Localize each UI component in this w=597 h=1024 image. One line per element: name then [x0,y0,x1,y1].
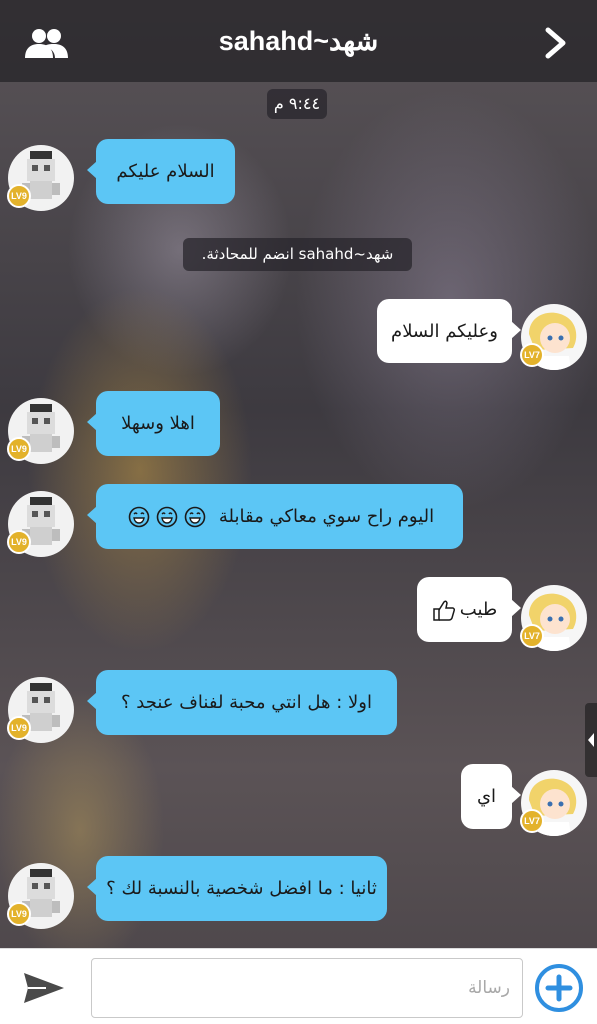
message-bubble[interactable]: اولا : هل انتي محبة لفناف عنجد ؟ [87,670,397,735]
chat-header: sahahd~شهد [0,0,597,82]
system-notice: شهد~sahahd انضم للمحادثة. [183,238,412,271]
message-text: اليوم راح سوي معاكي مقابلة [218,506,435,527]
level-badge: LV9 [7,437,31,461]
message-input[interactable] [91,958,523,1018]
level-badge: LV9 [7,902,31,926]
users-icon[interactable] [22,26,70,60]
avatar[interactable]: LV9 [7,677,74,743]
avatar[interactable]: LV7 [520,304,587,370]
message-bubble[interactable]: اهلا وسهلا [87,391,220,456]
message-bubble[interactable]: اليوم راح سوي معاكي مقابلة [87,484,463,549]
level-badge: LV7 [520,343,544,367]
avatar[interactable]: LV9 [7,398,74,464]
chevron-right-icon[interactable] [543,26,569,60]
message-composer [0,948,597,1024]
level-badge: LV7 [520,624,544,648]
timestamp-pill: ٩:٤٤ م [267,89,327,119]
avatar[interactable]: LV7 [520,585,587,651]
side-drawer-handle[interactable] [585,703,597,777]
thumbs-up-icon [433,599,455,621]
level-badge: LV9 [7,530,31,554]
avatar[interactable]: LV7 [520,770,587,836]
avatar[interactable]: LV9 [7,863,74,929]
chevron-left-icon [588,733,594,747]
message-text: طيب [459,599,498,620]
message-bubble[interactable]: السلام عليكم [87,139,235,204]
grinning-face-icon [128,506,150,527]
message-bubble[interactable]: اي [461,764,521,829]
level-badge: LV9 [7,716,31,740]
chat-title: sahahd~شهد [218,25,379,56]
avatar[interactable]: LV9 [7,145,74,211]
level-badge: LV9 [7,184,31,208]
grinning-face-icon [156,506,178,527]
level-badge: LV7 [520,809,544,833]
plus-circle-icon[interactable] [534,963,584,1013]
message-bubble[interactable]: طيب [417,577,521,642]
grinning-face-icon [184,506,206,527]
message-bubble[interactable]: وعليكم السلام [377,299,521,363]
send-icon[interactable] [22,971,66,1005]
message-bubble[interactable]: ثانيا : ما افضل شخصية بالنسبة لك ؟ [87,856,387,921]
avatar[interactable]: LV9 [7,491,74,557]
